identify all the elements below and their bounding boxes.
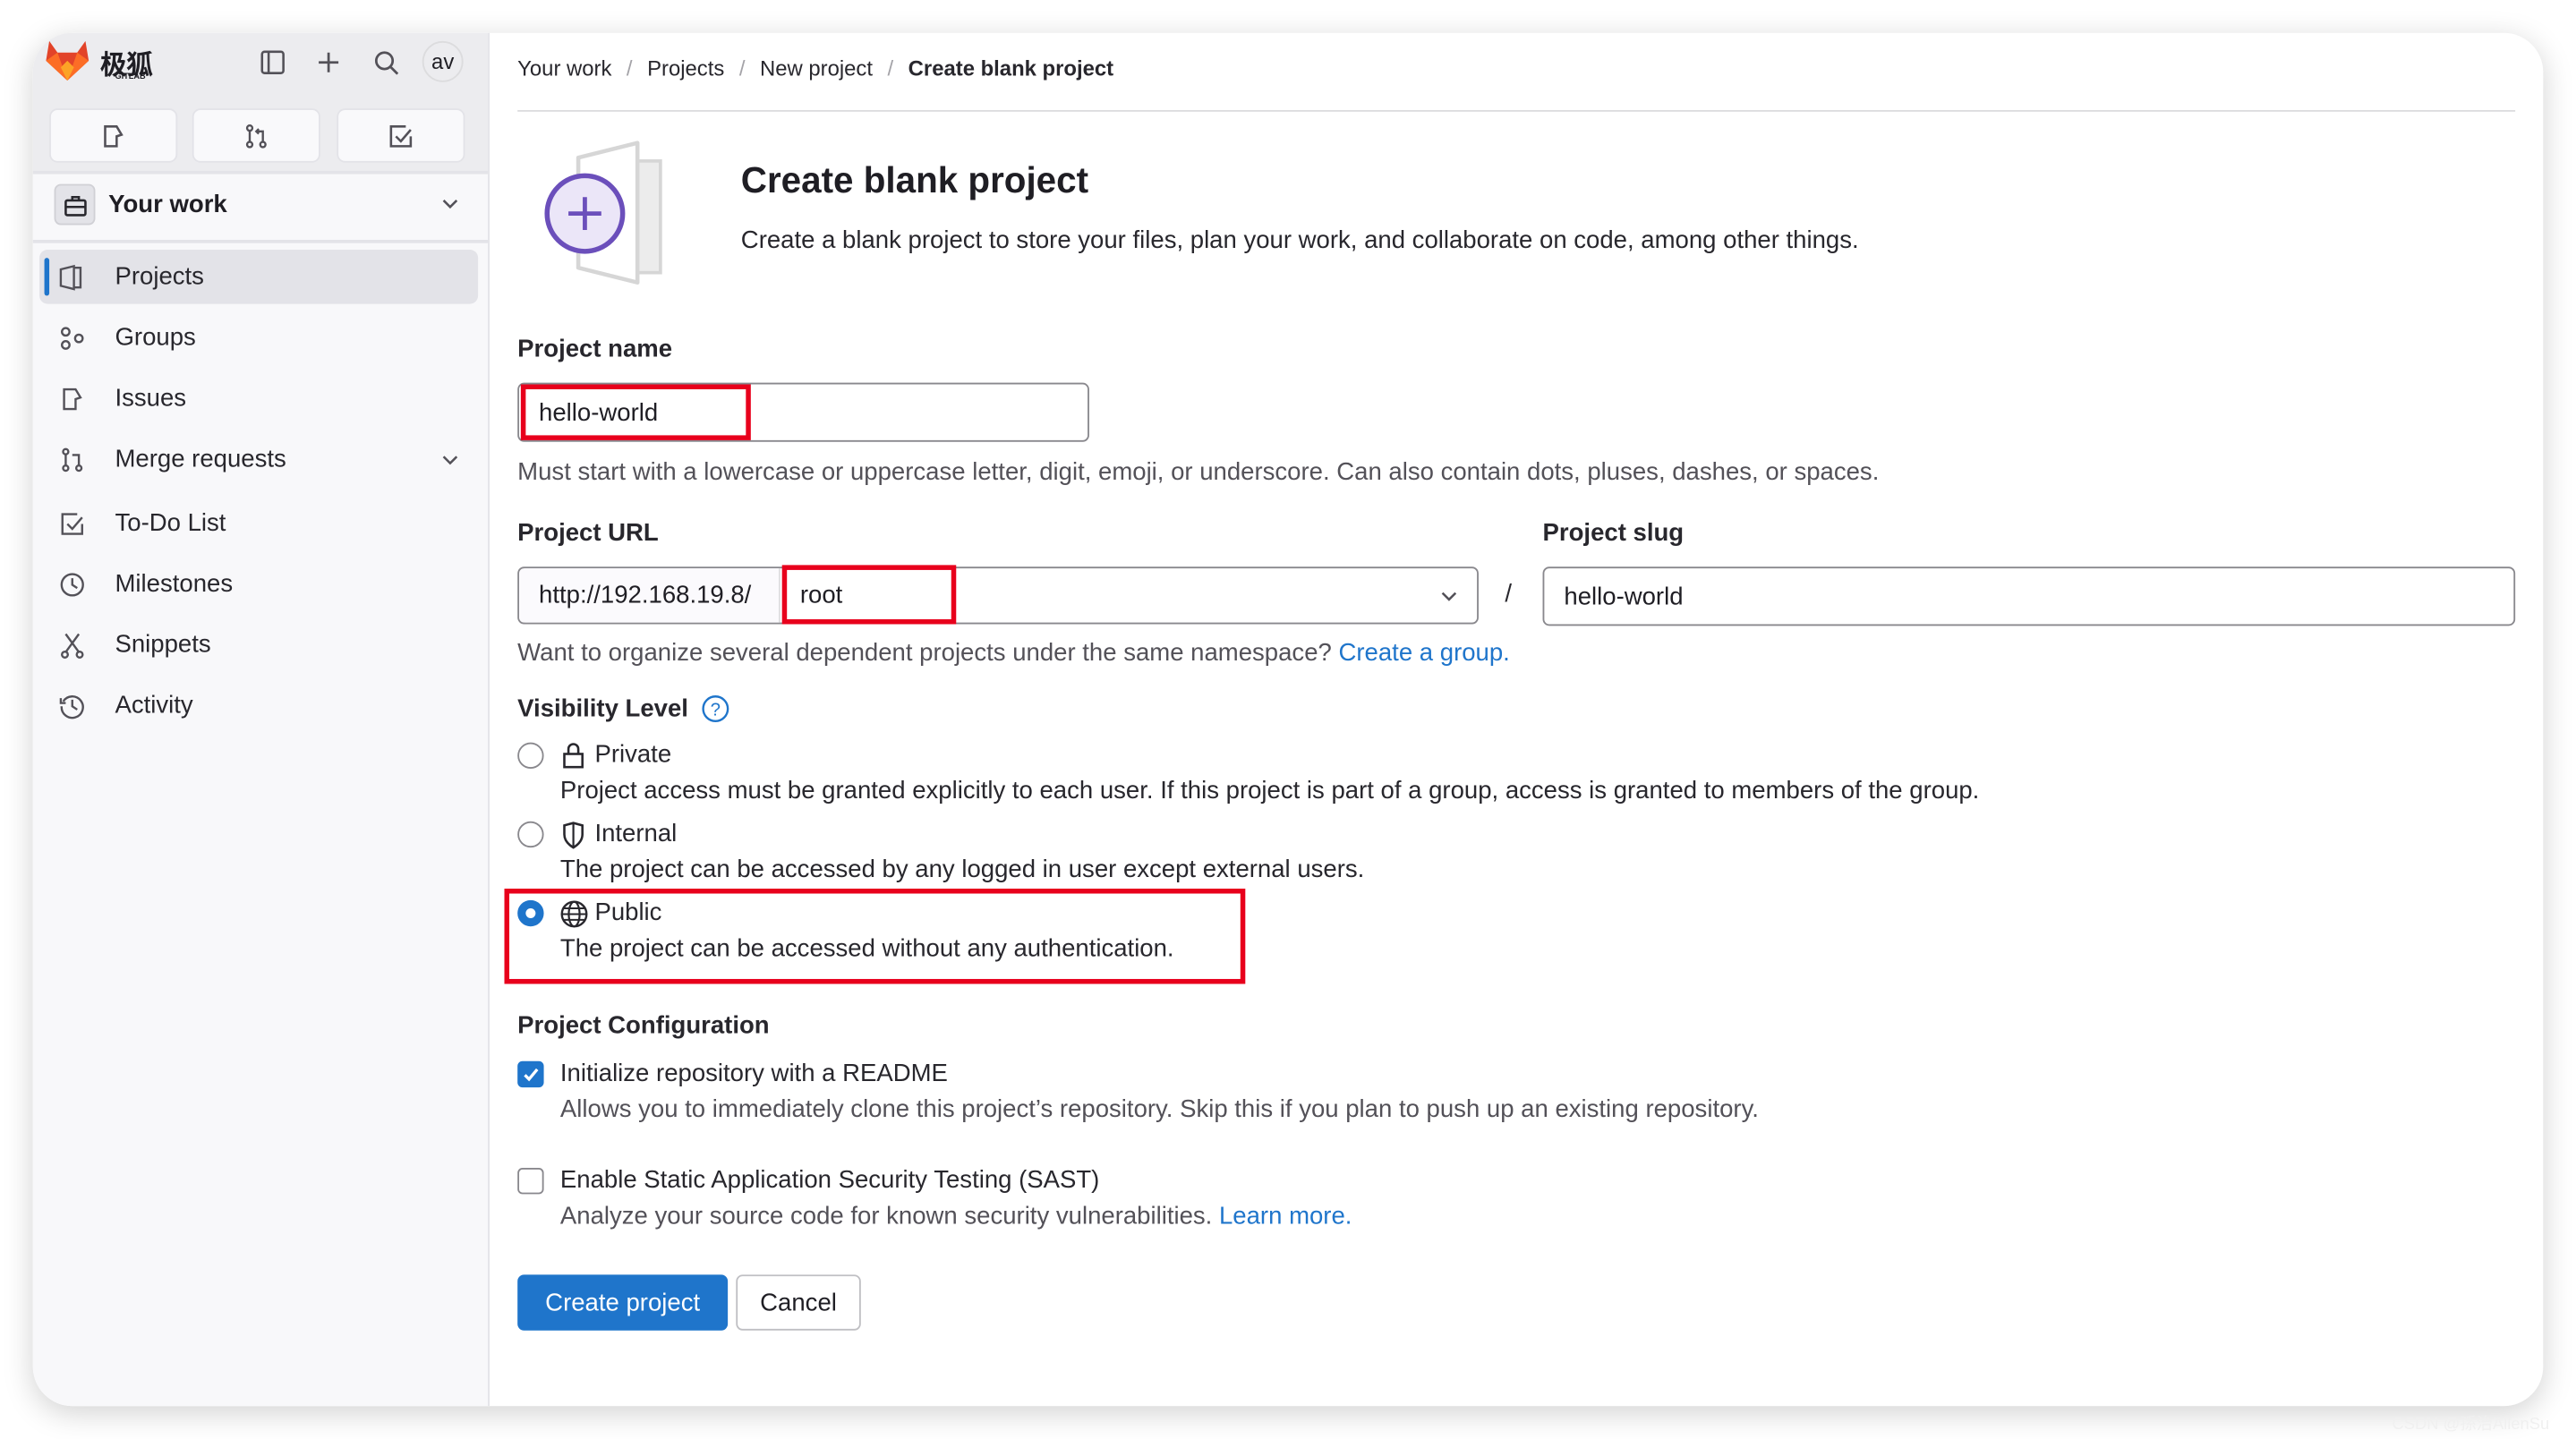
cancel-button[interactable]: Cancel [736,1274,861,1331]
help-icon[interactable]: ? [702,694,729,722]
blank-project-illustration [539,138,695,289]
visibility-internal-radio[interactable] [517,821,544,848]
breadcrumb-separator: / [626,55,633,81]
sast-help: Analyze your source code for known secur… [560,1203,1352,1230]
breadcrumb: Your work / Projects / New project / Create… [517,55,1113,81]
sidebar-header: 极狐 GITLAB av [32,32,489,175]
breadcrumb-current: Create blank project [908,55,1114,81]
breadcrumb-separator: / [887,55,894,81]
sidebar-item-label: To-Do List [115,509,226,538]
sidebar-item-label: Milestones [115,569,234,599]
clock-icon [59,571,89,597]
chevron-down-icon [1441,590,1457,603]
issues-icon [100,123,126,149]
logo-subtext: GITLAB [115,72,146,82]
briefcase-icon [54,183,96,226]
search-icon[interactable] [373,49,399,75]
merge-requests-button[interactable] [192,108,320,163]
plus-icon[interactable] [315,49,341,75]
project-name-help: Must start with a lowercase or uppercase… [517,458,1880,487]
svg-text:?: ? [711,700,721,720]
sidebar-item-todo-list[interactable]: To-Do List [39,496,478,550]
context-title: Your work [108,190,227,219]
project-url-group: http://192.168.19.8/ root [517,566,1479,625]
sidebar-item-merge-requests[interactable]: Merge requests [39,432,478,487]
avatar[interactable]: av [422,40,464,82]
divider [517,109,2516,112]
sast-label[interactable]: Enable Static Application Security Testi… [560,1166,1099,1194]
project-configuration-label: Project Configuration [517,1011,770,1040]
shield-icon [562,822,585,849]
context-switcher[interactable]: Your work [32,175,489,243]
todo-icon [59,510,89,536]
project-icon [59,263,89,290]
highlight-box [504,889,1246,984]
url-separator: / [1505,579,1512,609]
sidebar-toggle-icon[interactable] [260,49,286,75]
sast-checkbox[interactable] [517,1168,544,1195]
project-url-label: Project URL [517,519,659,548]
group-icon [59,325,89,351]
create-group-link[interactable]: Create a group. [1339,639,1510,667]
readme-checkbox[interactable] [517,1060,544,1088]
gitlab-logo[interactable] [45,38,90,83]
sidebar-item-label: Snippets [115,630,211,660]
sidebar-item-label: Issues [115,384,187,413]
group-help-text: Want to organize several dependent proje… [517,639,1332,668]
sidebar-item-activity[interactable]: Activity [39,678,478,733]
snippet-icon [59,632,89,659]
sidebar-item-label: Projects [115,262,204,291]
project-slug-input[interactable]: hello-world [1542,566,2516,626]
issues-button[interactable] [49,108,178,163]
merge-request-icon [243,123,269,149]
issues-icon [59,385,89,411]
sidebar-item-snippets[interactable]: Snippets [39,617,478,672]
lock-icon [562,743,585,769]
sidebar-item-label: Merge requests [115,445,286,473]
sidebar-item-milestones[interactable]: Milestones [39,557,478,611]
group-help: Want to organize several dependent proje… [517,639,1510,667]
todo-icon [388,123,414,149]
breadcrumb-projects[interactable]: Projects [647,55,724,81]
sidebar-item-projects[interactable]: Projects [39,249,479,304]
readme-help: Allows you to immediately clone this pro… [559,1095,1759,1124]
breadcrumb-new-project[interactable]: New project [760,55,873,81]
history-icon [59,693,89,719]
watermark: CSDN @孫治AllenSu [2392,1416,2550,1435]
sidebar-item-label: Groups [115,323,196,352]
sidebar-item-issues[interactable]: Issues [39,371,478,426]
learn-more-link[interactable]: Learn more. [1219,1203,1352,1230]
chevron-down-icon [442,197,458,210]
page-title: Create blank project [740,159,1089,200]
visibility-private-radio[interactable] [517,742,544,770]
visibility-internal-label[interactable]: Internal [594,820,677,847]
sidebar: 极狐 GITLAB av Your work Projects Groups I… [32,32,490,1407]
sast-help-text: Analyze your source code for known secur… [559,1202,1213,1230]
project-slug-label: Project slug [1542,519,1685,548]
visibility-private-label[interactable]: Private [594,741,671,769]
project-name-label: Project name [517,335,673,363]
breadcrumb-separator: / [738,55,746,81]
visibility-private-description: Project access must be granted explicitl… [559,777,1980,805]
highlight-box [520,384,751,440]
merge-request-icon [59,446,89,472]
app-window: 极狐 GITLAB av Your work Projects Groups I… [32,32,2544,1407]
readme-label[interactable]: Initialize repository with a README [560,1060,948,1087]
page-description: Create a blank project to store your fil… [740,226,1859,255]
chevron-down-icon[interactable] [442,454,458,467]
create-project-button[interactable]: Create project [517,1274,729,1331]
visibility-internal-description: The project can be accessed by any logge… [559,856,1365,884]
sidebar-item-groups[interactable]: Groups [39,311,478,365]
breadcrumb-your-work[interactable]: Your work [517,55,611,81]
sidebar-item-label: Activity [115,691,193,720]
todo-button[interactable] [337,108,465,163]
url-prefix: http://192.168.19.8/ [519,568,780,623]
highlight-box [781,565,957,625]
visibility-label: Visibility Level [517,694,688,723]
